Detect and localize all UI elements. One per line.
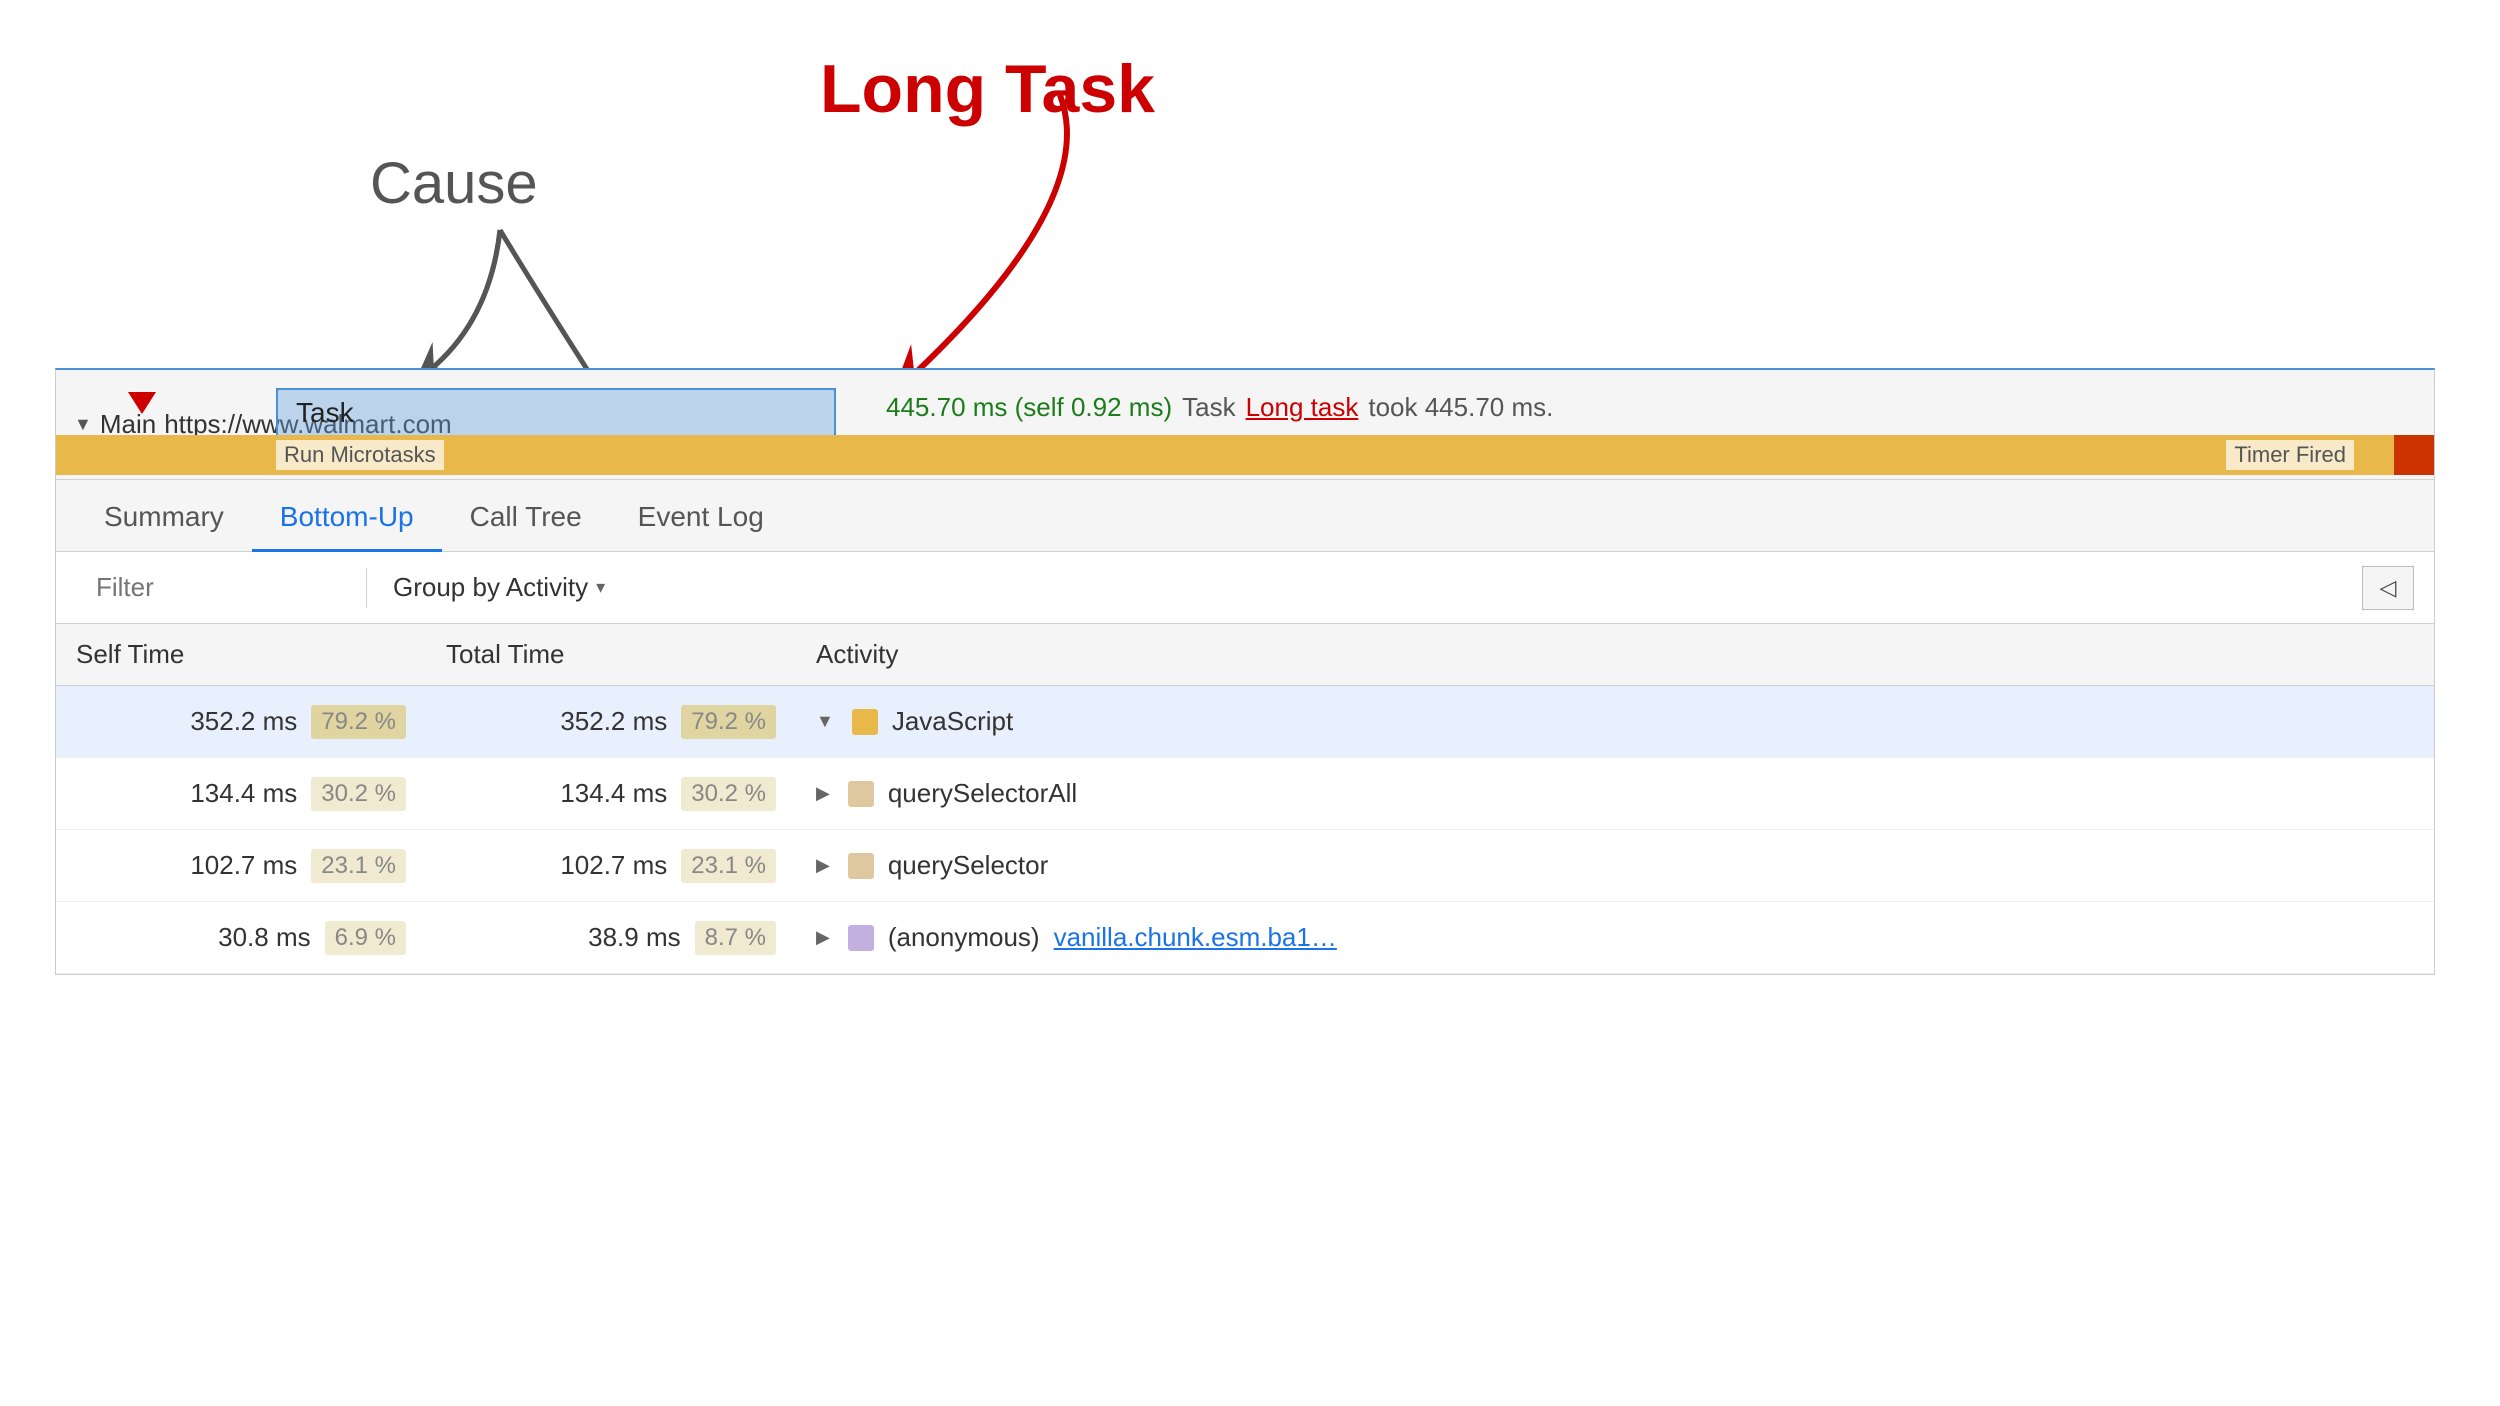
red-marker-left	[128, 392, 156, 414]
panel-toggle-button[interactable]: ◁	[2362, 566, 2414, 610]
task-label: Task	[296, 397, 354, 429]
activity-name-1: JavaScript	[892, 706, 1013, 737]
tab-call-tree[interactable]: Call Tree	[442, 485, 610, 552]
col-header-total-time: Total Time	[426, 639, 796, 670]
timeline-info: 445.70 ms (self 0.92 ms) Task Long task …	[886, 392, 1553, 423]
tab-summary[interactable]: Summary	[76, 485, 252, 552]
activity-color-2	[848, 781, 874, 807]
time-green: 445.70 ms (self 0.92 ms)	[886, 392, 1172, 423]
timeline-bar: ▼ Main https://www.walmart.com Task 445.…	[56, 370, 2434, 480]
cell-total-time-2: 134.4 ms 30.2 %	[426, 777, 796, 811]
long-task-link[interactable]: Long task	[1246, 392, 1359, 423]
tabs-bar: Summary Bottom-Up Call Tree Event Log	[56, 480, 2434, 552]
toolbar-divider	[366, 568, 367, 608]
devtools-panel: ▼ Main https://www.walmart.com Task 445.…	[55, 368, 2435, 975]
tab-event-log[interactable]: Event Log	[610, 485, 792, 552]
task-text: Task	[1182, 392, 1235, 423]
activity-link-4[interactable]: vanilla.chunk.esm.ba1…	[1054, 922, 1337, 953]
total-time-value-1: 352.2 ms	[560, 706, 667, 737]
tab-bottom-up[interactable]: Bottom-Up	[252, 485, 442, 552]
self-time-value-4: 30.8 ms	[218, 922, 311, 953]
cell-self-time-1: 352.2 ms 79.2 %	[56, 705, 426, 739]
expand-arrow-4[interactable]: ▶	[816, 927, 830, 948]
timeline-row2: Run Microtasks Timer Fired	[56, 435, 2434, 475]
total-pct-badge-3: 23.1 %	[681, 849, 776, 883]
toolbar: Group by Activity ▾ ◁	[56, 552, 2434, 624]
expand-arrow-1[interactable]: ▼	[816, 711, 834, 732]
activity-color-3	[848, 853, 874, 879]
activity-color-1	[852, 709, 878, 735]
self-pct-badge-3: 23.1 %	[311, 849, 406, 883]
cell-activity-3: ▶ querySelector	[796, 850, 2434, 881]
self-time-value-2: 134.4 ms	[190, 778, 297, 809]
self-pct-badge-1: 79.2 %	[311, 705, 406, 739]
filter-input[interactable]	[76, 560, 356, 615]
cell-total-time-3: 102.7 ms 23.1 %	[426, 849, 796, 883]
run-microtasks-label: Run Microtasks	[276, 440, 444, 470]
col-header-activity: Activity	[796, 639, 2434, 670]
table-header: Self Time Total Time Activity	[56, 624, 2434, 686]
cell-total-time-1: 352.2 ms 79.2 %	[426, 705, 796, 739]
total-pct-badge-4: 8.7 %	[695, 921, 776, 955]
cell-total-time-4: 38.9 ms 8.7 %	[426, 921, 796, 955]
long-task-annotation: Long Task	[820, 50, 1155, 128]
activity-name-4: (anonymous)	[888, 922, 1040, 953]
table-row[interactable]: 352.2 ms 79.2 % 352.2 ms 79.2 % ▼ JavaSc…	[56, 686, 2434, 758]
total-pct-badge-2: 30.2 %	[681, 777, 776, 811]
table-row[interactable]: 134.4 ms 30.2 % 134.4 ms 30.2 % ▶ queryS…	[56, 758, 2434, 830]
timer-fired-label: Timer Fired	[2226, 440, 2354, 470]
cell-activity-4: ▶ (anonymous) vanilla.chunk.esm.ba1…	[796, 922, 2434, 953]
dropdown-arrow-icon: ▾	[596, 577, 605, 598]
cell-self-time-2: 134.4 ms 30.2 %	[56, 777, 426, 811]
expand-arrow-3[interactable]: ▶	[816, 855, 830, 876]
activity-color-4	[848, 925, 874, 951]
expand-arrow-2[interactable]: ▶	[816, 783, 830, 804]
self-pct-badge-4: 6.9 %	[325, 921, 406, 955]
cell-self-time-3: 102.7 ms 23.1 %	[56, 849, 426, 883]
expand-triangle: ▼	[74, 414, 92, 435]
self-time-value-1: 352.2 ms	[190, 706, 297, 737]
group-by-select[interactable]: Group by Activity ▾	[377, 562, 621, 613]
total-time-value-3: 102.7 ms	[560, 850, 667, 881]
activity-name-3: querySelector	[888, 850, 1048, 881]
panel-toggle-icon: ◁	[2380, 575, 2397, 601]
self-pct-badge-2: 30.2 %	[311, 777, 406, 811]
cell-activity-1: ▼ JavaScript	[796, 706, 2434, 737]
red-bar-right	[2394, 435, 2434, 475]
total-time-value-2: 134.4 ms	[560, 778, 667, 809]
col-header-self-time: Self Time	[56, 639, 426, 670]
task-block[interactable]: Task	[276, 388, 836, 438]
activity-name-2: querySelectorAll	[888, 778, 1077, 809]
cell-self-time-4: 30.8 ms 6.9 %	[56, 921, 426, 955]
table-row[interactable]: 30.8 ms 6.9 % 38.9 ms 8.7 % ▶ (anonymous…	[56, 902, 2434, 974]
total-time-value-4: 38.9 ms	[588, 922, 681, 953]
self-time-value-3: 102.7 ms	[190, 850, 297, 881]
group-label: Group by Activity	[393, 572, 588, 603]
table-row[interactable]: 102.7 ms 23.1 % 102.7 ms 23.1 % ▶ queryS…	[56, 830, 2434, 902]
cell-activity-2: ▶ querySelectorAll	[796, 778, 2434, 809]
cause-annotation: Cause	[370, 150, 538, 217]
total-pct-badge-1: 79.2 %	[681, 705, 776, 739]
duration-text: took 445.70 ms.	[1368, 392, 1553, 423]
